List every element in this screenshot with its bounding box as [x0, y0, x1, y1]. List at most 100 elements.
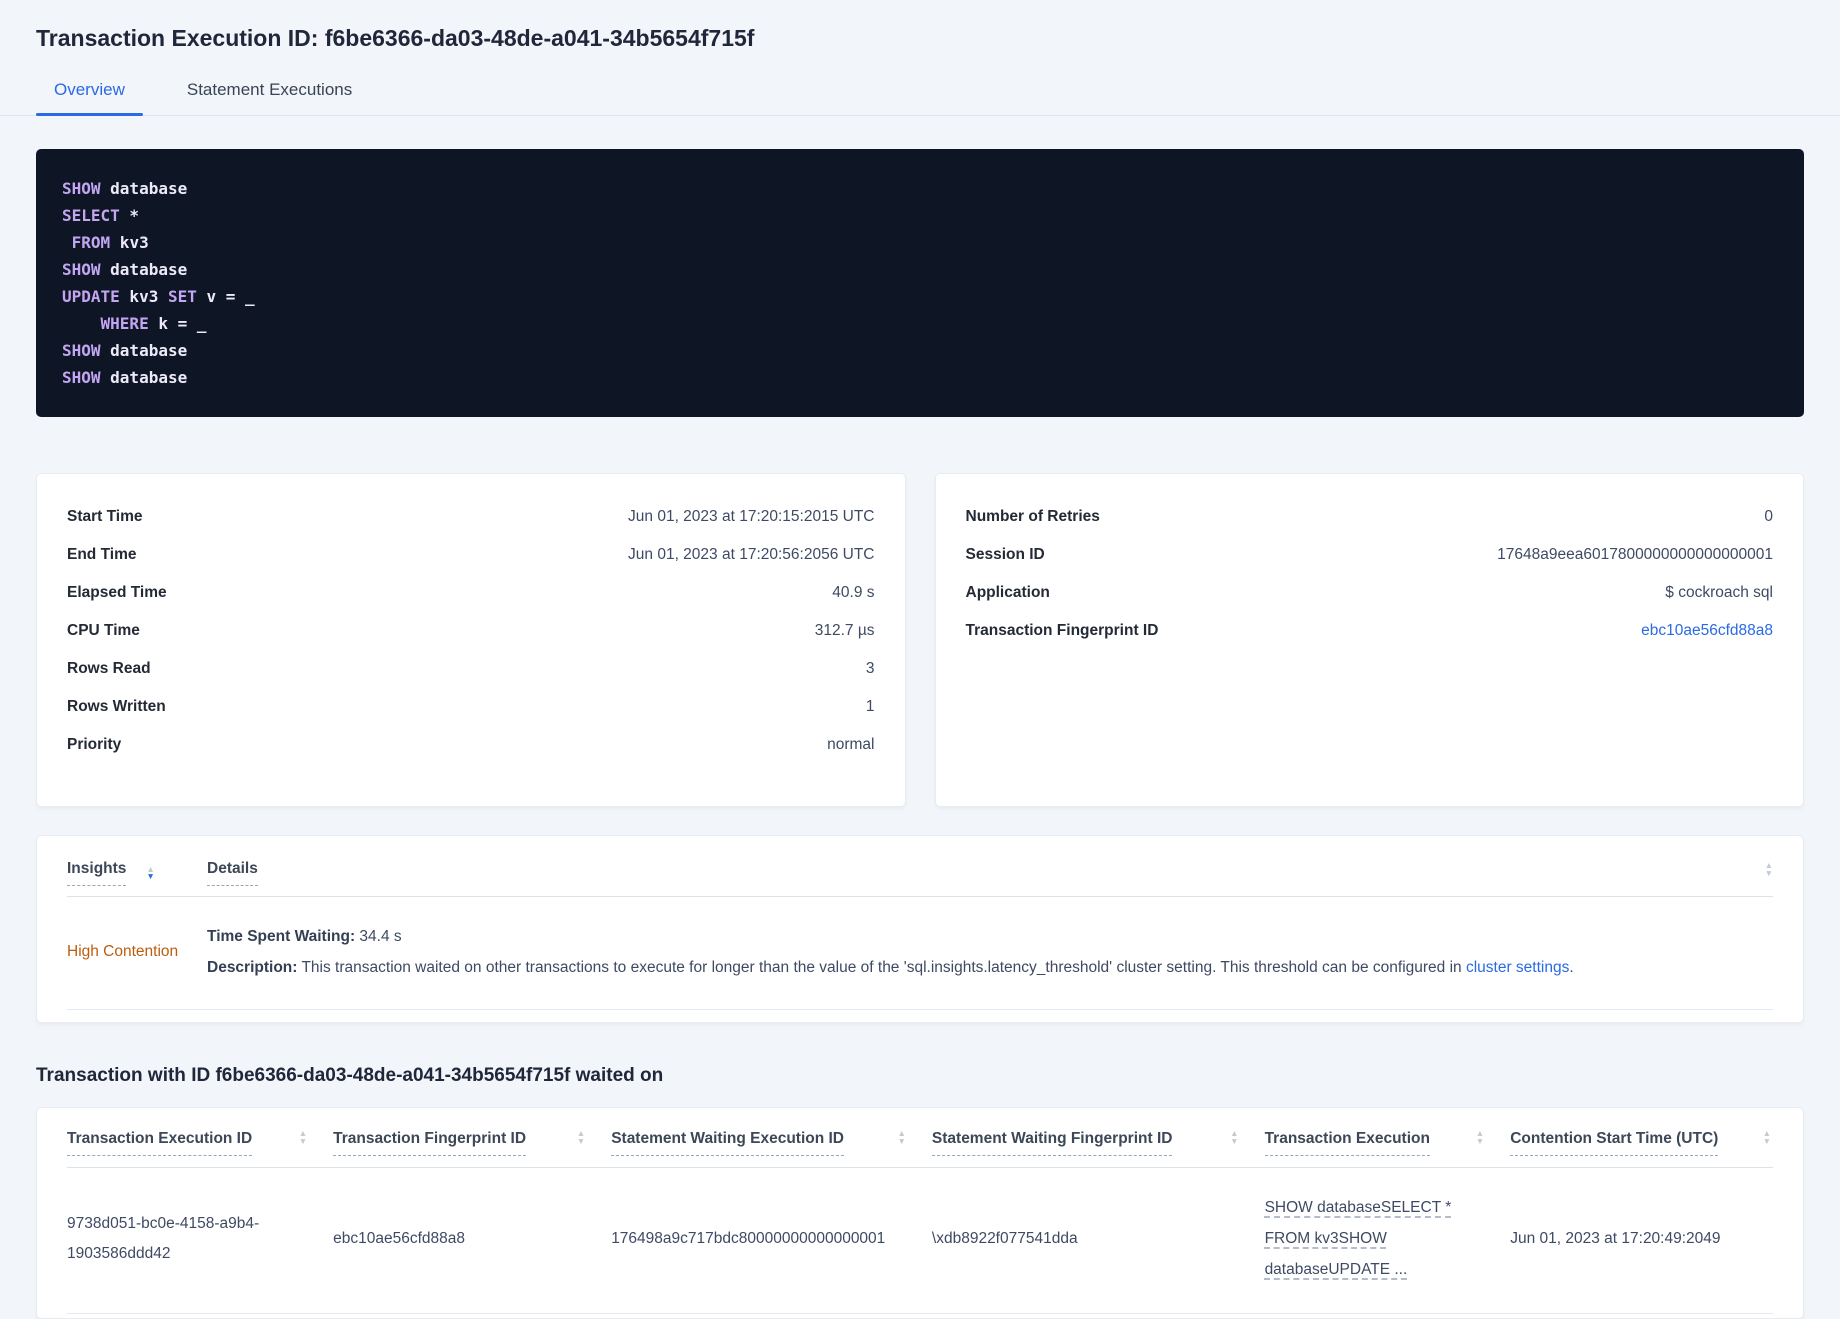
insight-type-badge: High Contention — [67, 943, 179, 960]
summary-label: Rows Written — [67, 698, 166, 715]
transaction-execution-link[interactable]: SHOW databaseSELECT * FROM kv3SHOW datab… — [1265, 1199, 1452, 1278]
summary-row: Priority normal — [67, 726, 875, 764]
summary-value: 3 — [865, 660, 875, 677]
summary-label: Transaction Fingerprint ID — [965, 622, 1159, 639]
sort-icon[interactable]: ▲ ▼ — [1763, 1129, 1771, 1145]
tab-statement-executions[interactable]: Statement Executions — [169, 70, 370, 115]
insights-column-header[interactable]: Insights ▲ ▼ — [67, 860, 207, 886]
column-header-contention-start-time-utc[interactable]: Contention Start Time (UTC) ▲ ▼ — [1510, 1129, 1773, 1168]
column-label: Contention Start Time (UTC) — [1510, 1130, 1719, 1156]
summary-label: Session ID — [965, 546, 1045, 563]
sort-down-arrow: ▼ — [146, 871, 155, 881]
sql-keyword: SET — [167, 287, 197, 306]
column-label: Transaction Execution ID — [67, 1130, 253, 1156]
transaction-details-page: Transaction Execution ID: f6be6366-da03-… — [0, 0, 1840, 1319]
sort-down-arrow: ▼ — [1475, 1135, 1485, 1146]
column-header-statement-waiting-execution-id[interactable]: Statement Waiting Execution ID ▲ ▼ — [611, 1129, 932, 1168]
summary-label: Start Time — [67, 508, 143, 525]
column-label: Statement Waiting Execution ID — [611, 1130, 844, 1156]
summary-row: Number of Retries 0 — [966, 498, 1774, 536]
sort-icon[interactable]: ▲ ▼ — [1230, 1129, 1238, 1145]
summary-row: Transaction Fingerprint ID ebc10ae56cfd88… — [966, 612, 1774, 650]
description-label: Description: — [207, 959, 298, 976]
summary-row: Start Time Jun 01, 2023 at 17:20:15:2015 … — [67, 498, 875, 536]
sql-line: UPDATE kv3 SET v = _ — [62, 283, 1778, 310]
sql-line: FROM kv3 — [62, 229, 1778, 256]
sql-text: database — [100, 341, 188, 360]
session-summary-card: Number of Retries 0 Session ID 17648a9eea60… — [934, 473, 1804, 807]
sort-icon[interactable]: ▲ ▼ — [1764, 861, 1773, 878]
tab-divider — [0, 115, 1840, 116]
insight-description-line: Description: This transaction waited on … — [207, 952, 1574, 983]
insights-table-body: High Contention Time Spent Waiting: 34.4 … — [67, 897, 1773, 1010]
summary-cards-row: Start Time Jun 01, 2023 at 17:20:15:2015 … — [36, 473, 1804, 807]
sql-line: SHOW database — [62, 256, 1778, 283]
cell-statement-waiting-fingerprint-id: \xdb8922f077541dda — [931, 1167, 1265, 1314]
sql-line: SELECT * — [62, 202, 1778, 229]
sql-text: kv3 — [119, 287, 168, 306]
summary-value: 312.7 µs — [814, 622, 875, 639]
sql-line: SHOW database — [62, 175, 1778, 202]
sort-down-arrow: ▼ — [1764, 867, 1773, 878]
summary-label: Priority — [67, 736, 122, 753]
column-header-statement-waiting-fingerprint-id[interactable]: Statement Waiting Fingerprint ID ▲ ▼ — [931, 1129, 1265, 1168]
cell-contention-start-time: Jun 01, 2023 at 17:20:49:2049 — [1510, 1167, 1773, 1314]
sql-line: SHOW database — [62, 337, 1778, 364]
summary-label: Elapsed Time — [67, 584, 167, 601]
waiting-label: Time Spent Waiting: — [207, 928, 356, 945]
summary-value: normal — [827, 736, 875, 753]
tab-bar: Overview Statement Executions — [36, 70, 1804, 116]
column-label: Transaction Execution — [1264, 1130, 1430, 1156]
insight-waiting-line: Time Spent Waiting: 34.4 s — [207, 921, 1574, 952]
sql-keyword: UPDATE — [62, 287, 120, 306]
insights-card: Insights ▲ ▼ Details ▲ ▼ High Contention Time … — [36, 835, 1804, 1023]
column-label: Transaction Fingerprint ID — [333, 1130, 527, 1156]
column-header-content: Statement Waiting Execution ID ▲ ▼ — [611, 1129, 932, 1156]
insight-row: High Contention Time Spent Waiting: 34.4 … — [67, 897, 1773, 1009]
waited-on-table-card: Transaction Execution ID ▲ ▼ Transaction Fi… — [36, 1107, 1804, 1319]
sql-text: database — [100, 368, 188, 387]
sort-icon[interactable]: ▲ ▼ — [897, 1129, 906, 1146]
table-row: 9738d051-bc0e-4158-a9b4-1903586ddd42 ebc1… — [67, 1167, 1773, 1314]
sql-line: WHERE k = _ — [62, 310, 1778, 337]
column-header-transaction-execution-id[interactable]: Transaction Execution ID ▲ ▼ — [67, 1129, 334, 1168]
transaction-fingerprint-link[interactable]: ebc10ae56cfd88a8 — [1641, 622, 1773, 640]
sort-icon[interactable]: ▲ ▼ — [146, 865, 155, 881]
summary-label: CPU Time — [67, 622, 140, 639]
waited-on-heading: Transaction with ID f6be6366-da03-48de-a… — [36, 1065, 664, 1086]
summary-label: Application — [965, 584, 1050, 601]
sql-keyword: SHOW — [62, 260, 101, 279]
column-label-details: Details — [207, 860, 258, 886]
sql-text: * — [119, 206, 140, 225]
waited-on-header-row: Transaction Execution ID ▲ ▼ Transaction Fi… — [67, 1129, 1773, 1168]
summary-row: Rows Written 1 — [67, 688, 875, 726]
sort-down-arrow: ▼ — [576, 1135, 586, 1146]
page-title: Transaction Execution ID: f6be6366-da03-… — [36, 25, 755, 51]
sort-icon[interactable]: ▲ ▼ — [1475, 1129, 1485, 1146]
column-header-content: Transaction Execution ▲ ▼ — [1264, 1129, 1511, 1156]
sql-keyword: SHOW — [62, 341, 101, 360]
column-header-transaction-fingerprint-id[interactable]: Transaction Fingerprint ID ▲ ▼ — [333, 1129, 612, 1168]
sql-text: k = _ — [148, 314, 207, 333]
column-label: Statement Waiting Fingerprint ID — [931, 1130, 1173, 1156]
insight-details: Time Spent Waiting: 34.4 s Description: T… — [207, 921, 1574, 983]
sort-icon[interactable]: ▲ ▼ — [576, 1129, 586, 1146]
column-header-transaction-execution[interactable]: Transaction Execution ▲ ▼ — [1264, 1129, 1511, 1168]
summary-value: Jun 01, 2023 at 17:20:15:2015 UTC — [628, 508, 875, 525]
sql-line: SHOW database — [62, 364, 1778, 391]
cluster-settings-link[interactable]: cluster settings — [1466, 959, 1569, 976]
column-header-content: Contention Start Time (UTC) ▲ ▼ — [1510, 1129, 1773, 1156]
sort-icon[interactable]: ▲ ▼ — [299, 1129, 307, 1145]
summary-value: $ cockroach sql — [1665, 584, 1773, 601]
summary-label: End Time — [67, 546, 137, 563]
sql-text: kv3 — [110, 233, 149, 252]
tab-overview[interactable]: Overview — [36, 70, 143, 116]
sort-down-arrow: ▼ — [897, 1135, 906, 1146]
cell-transaction-execution-id: 9738d051-bc0e-4158-a9b4-1903586ddd42 — [67, 1167, 334, 1314]
sql-text: database — [100, 179, 188, 198]
sql-keyword: FROM — [71, 233, 111, 252]
sql-keyword: WHERE — [100, 314, 149, 333]
cell-statement-waiting-execution-id: 176498a9c717bdc80000000000000001 — [611, 1167, 932, 1314]
waited-on-table: Transaction Execution ID ▲ ▼ Transaction Fi… — [67, 1129, 1773, 1314]
